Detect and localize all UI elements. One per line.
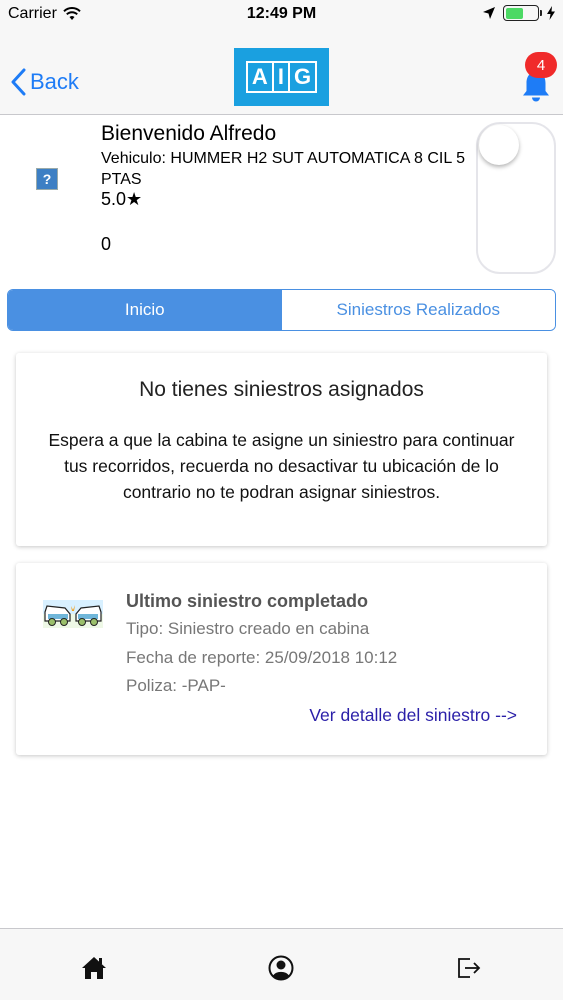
battery-icon (503, 5, 542, 21)
claim-report-date: Fecha de reporte: 25/09/2018 10:12 (126, 648, 398, 667)
avatar: ? (36, 168, 58, 190)
status-bar: Carrier 12:49 PM (0, 0, 563, 30)
battery-fill (505, 7, 523, 19)
rating-text: 5.0★ (101, 189, 143, 209)
last-claim-title: Ultimo siniestro completado (126, 591, 369, 611)
profile-icon[interactable] (268, 955, 294, 981)
charging-bolt-icon (547, 6, 555, 20)
segmented-tabs: Inicio Siniestros Realizados (7, 289, 556, 331)
navigation-bar: Back A I G 4 (0, 30, 563, 115)
no-claims-card: No tienes siniestros asignados Espera a … (16, 353, 547, 546)
logo-letter-a: A (248, 63, 274, 91)
chevron-left-icon (11, 68, 26, 96)
no-claims-title: No tienes siniestros asignados (139, 378, 424, 401)
claim-policy: Poliza: -PAP- (126, 676, 226, 695)
claim-detail-link[interactable]: Ver detalle del siniestro --> (309, 705, 517, 726)
location-arrow-icon (483, 7, 495, 19)
home-icon[interactable] (81, 955, 107, 981)
toggle-knob (479, 125, 519, 165)
aig-logo: A I G (234, 48, 329, 106)
tab-siniestros-realizados[interactable]: Siniestros Realizados (281, 290, 555, 330)
count-text: 0 (101, 234, 112, 254)
vehicle-text: Vehiculo: HUMMER H2 SUT AUTOMATICA 8 CIL… (101, 150, 465, 188)
logo-box: A I G (245, 61, 318, 93)
availability-toggle[interactable] (476, 122, 556, 274)
status-right (483, 5, 555, 21)
back-label: Back (30, 69, 79, 94)
claim-type: Tipo: Siniestro creado en cabina (126, 619, 370, 638)
status-time: 12:49 PM (246, 5, 317, 22)
logo-letter-g: G (293, 64, 312, 89)
no-claims-body: Espera a que la cabina te asigne un sini… (48, 430, 515, 502)
tab-inicio[interactable]: Inicio (8, 290, 282, 330)
bottom-tab-bar (0, 928, 563, 1000)
notification-badge: 4 (525, 52, 557, 78)
logo-letter-i: I (274, 63, 290, 91)
car-crash-icon (43, 600, 103, 628)
last-claim-card: Ultimo siniestro completado Tipo: Sinies… (16, 563, 547, 755)
back-button[interactable]: Back (10, 68, 79, 96)
welcome-text: Bienvenido Alfredo (101, 122, 277, 145)
logout-icon[interactable] (456, 955, 482, 981)
